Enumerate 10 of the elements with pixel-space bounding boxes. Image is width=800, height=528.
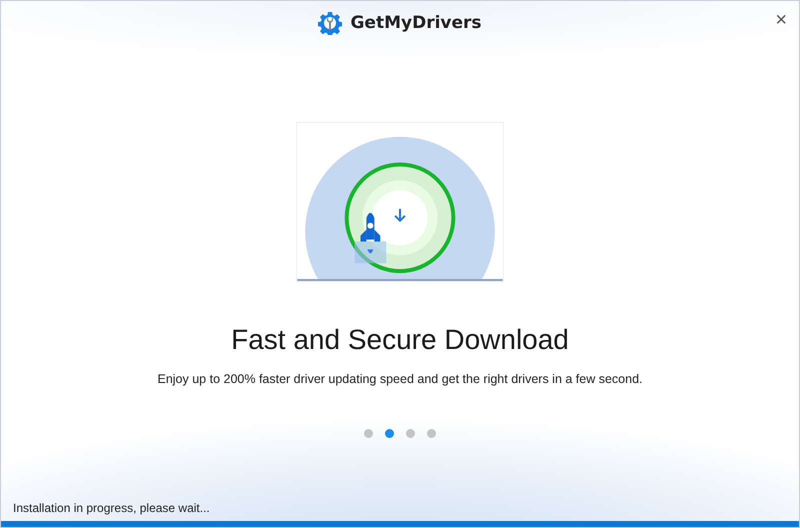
pager-dot[interactable] xyxy=(427,429,436,438)
close-button[interactable]: × xyxy=(771,9,791,31)
window-title: GetMyDrivers xyxy=(350,13,482,33)
pager-dot[interactable] xyxy=(385,429,394,438)
pager-dot[interactable] xyxy=(364,429,373,438)
pager-dot[interactable] xyxy=(406,429,415,438)
slide-description: Enjoy up to 200% faster driver updating speed and get the right drivers in a few second. xyxy=(157,372,643,386)
gear-wrench-icon xyxy=(318,11,342,35)
status-text: Installation in progress, please wait... xyxy=(13,501,210,515)
slide-title: Fast and Secure Download xyxy=(231,324,569,356)
